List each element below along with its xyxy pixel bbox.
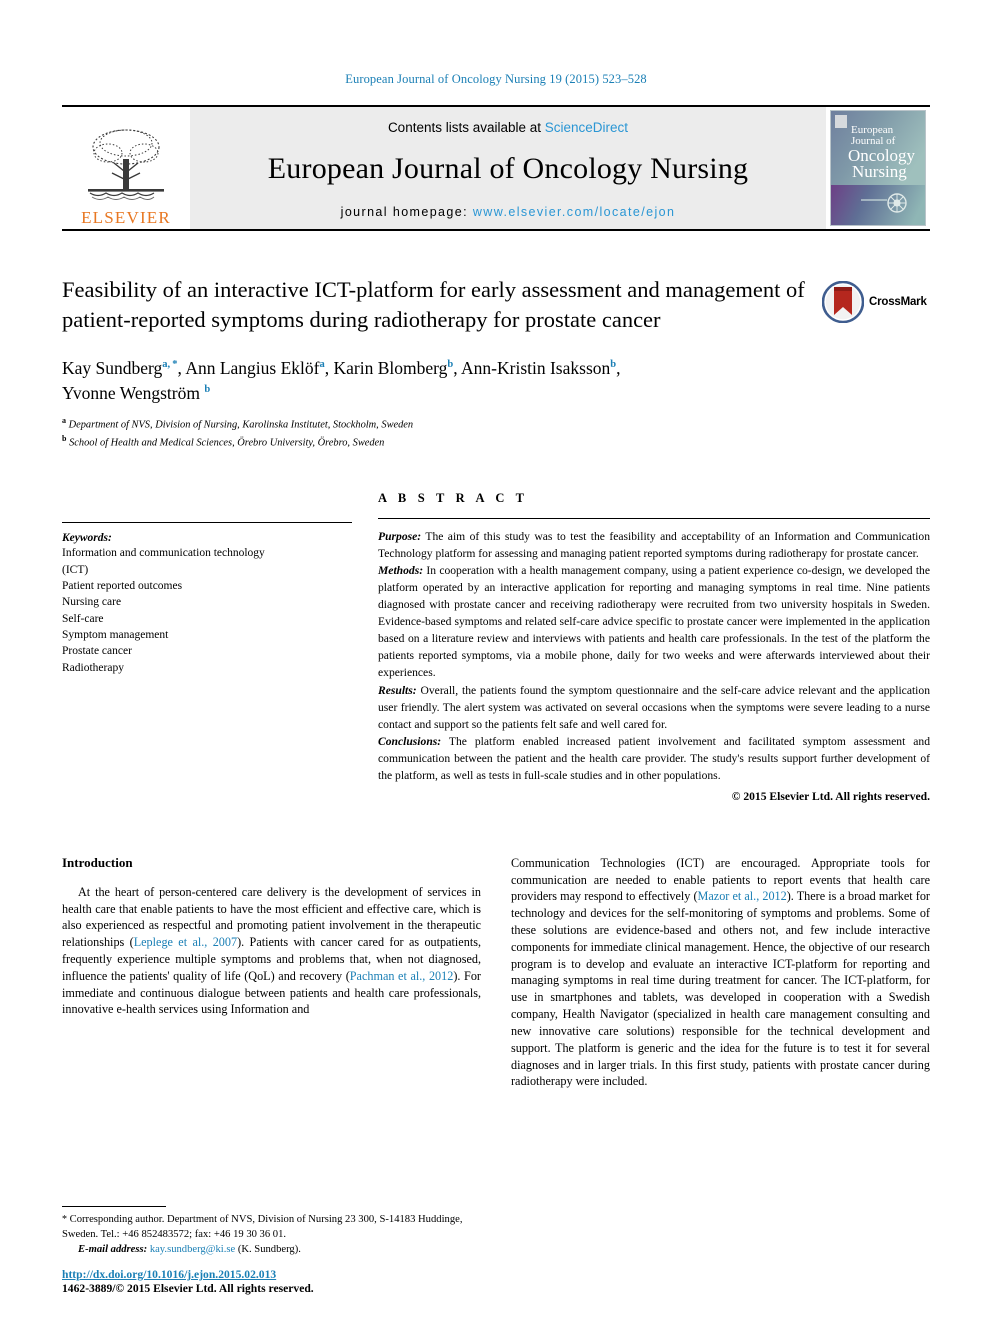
paragraph: At the heart of person-centered care del… [62, 884, 481, 1019]
author-name-2: Ann Langius Eklöf [185, 358, 320, 379]
keywords-rule: Keywords: Information and communication … [62, 522, 352, 676]
author-affil-marker: b [204, 384, 211, 396]
crossmark-label: CrossMark [869, 296, 927, 308]
crossmark-badge[interactable]: CrossMark [822, 277, 930, 327]
list-item: Information and communication technology [62, 547, 265, 560]
journal-masthead: ELSEVIER Contents lists available at Sci… [62, 105, 930, 231]
running-head: European Journal of Oncology Nursing 19 … [345, 72, 647, 86]
svg-text:Nursing: Nursing [852, 162, 907, 181]
list-item: Radiotherapy [62, 661, 124, 674]
email-label: E-mail address: [78, 1244, 148, 1255]
keywords-list: Information and communication technology… [62, 545, 352, 676]
abstract-body: Purpose: The aim of this study was to te… [378, 528, 930, 783]
homepage-url-link[interactable]: www.elsevier.com/locate/ejon [473, 205, 675, 219]
author-name-1: Kay Sundberg [62, 358, 163, 379]
journal-cover-thumbnail: European Journal of Oncology Nursing [830, 110, 926, 226]
journal-cover-container: European Journal of Oncology Nursing [826, 107, 930, 229]
citation-link-pachman[interactable]: Pachman et al., 2012 [350, 969, 454, 983]
author-affil-marker: b [610, 359, 617, 371]
body-columns: Introduction At the heart of person-cent… [62, 855, 930, 1091]
elsevier-tree-icon [88, 129, 164, 200]
contents-prefix: Contents lists available at [387, 119, 545, 135]
affiliation-marker-a: a [62, 416, 66, 426]
affiliation-a: a Department of NVS, Division of Nursing… [62, 415, 930, 433]
affiliation-b: b School of Health and Medical Sciences,… [62, 433, 930, 451]
email-suffix: (K. Sundberg). [235, 1244, 301, 1255]
abstract-conclusions-text: The platform enabled increased patient i… [378, 734, 930, 782]
elsevier-wordmark: ELSEVIER [81, 208, 171, 227]
journal-title: European Journal of Oncology Nursing [267, 151, 749, 185]
body-column-left: Introduction At the heart of person-cent… [62, 855, 481, 1091]
footnote-divider [62, 1205, 166, 1207]
issn-copyright-line: 1462-3889/© 2015 Elsevier Ltd. All right… [62, 1282, 314, 1295]
author-name-3: Karin Blomberg [333, 358, 448, 379]
article-page: European Journal of Oncology Nursing 19 … [0, 0, 992, 1323]
author-affil-marker: a [319, 359, 325, 371]
corresponding-text: Corresponding author. Department of NVS,… [62, 1213, 463, 1240]
abstract-conclusions-label: Conclusions: [378, 734, 442, 748]
masthead-center: Contents lists available at ScienceDirec… [190, 107, 826, 229]
author-affil-marker: a, * [162, 359, 178, 371]
affiliation-a-text: Department of NVS, Division of Nursing, … [68, 419, 414, 431]
abstract-purpose: Purpose: The aim of this study was to te… [378, 528, 930, 562]
list-item: Symptom management [62, 628, 169, 641]
abstract-copyright: © 2015 Elsevier Ltd. All rights reserved… [731, 789, 930, 803]
list-item: Prostate cancer [62, 645, 132, 658]
list-item: Self-care [62, 612, 104, 625]
citation-link-leplege[interactable]: Leplege et al., 2007 [134, 935, 237, 949]
list-item: (ICT) [62, 563, 89, 576]
abstract-methods-label: Methods: [378, 564, 424, 578]
doi-link[interactable]: http://dx.doi.org/10.1016/j.ejon.2015.02… [62, 1268, 492, 1281]
email-note: E-mail address: kay.sundberg@ki.se (K. S… [62, 1244, 492, 1255]
author-name-5: Yvonne Wengström [62, 383, 205, 404]
introduction-left-text: At the heart of person-centered care del… [62, 884, 481, 1019]
abstract-purpose-text: The aim of this study was to test the fe… [378, 530, 930, 561]
affiliation-b-text: School of Health and Medical Sciences, Ö… [69, 437, 385, 449]
keywords-heading: Keywords: [62, 532, 112, 545]
cover-art-icon: European Journal of Oncology Nursing [831, 111, 925, 225]
author-name-4: Ann-Kristin Isaksson [461, 358, 611, 379]
crossmark-icon [822, 281, 864, 323]
abstract-results: Results: Overall, the patients found the… [378, 682, 930, 733]
abstract-purpose-label: Purpose: [378, 530, 422, 544]
section-heading-introduction: Introduction [62, 854, 133, 870]
introduction-right-text: Communication Technologies (ICT) are enc… [511, 855, 930, 1091]
corresponding-author-note: * Corresponding author. Department of NV… [62, 1212, 492, 1242]
journal-homepage-line: journal homepage: www.elsevier.com/locat… [341, 205, 676, 219]
elsevier-logo: ELSEVIER [62, 107, 190, 229]
author-affil-marker: b [447, 359, 454, 371]
citation-link-mazor[interactable]: Mazor et al., 2012 [698, 889, 787, 903]
abstract-section: Keywords: Information and communication … [62, 491, 930, 803]
footnote-block: * Corresponding author. Department of NV… [62, 1205, 492, 1295]
abstract-conclusions: Conclusions: The platform enabled increa… [378, 733, 930, 784]
abstract-methods: Methods: In cooperation with a health ma… [378, 562, 930, 681]
intro-right-part-2: ). There is a broad market for technolog… [511, 889, 930, 1089]
page-title: Feasibility of an interactive ICT-platfo… [62, 277, 805, 332]
list-item: Patient reported outcomes [62, 579, 183, 592]
abstract-rule: Purpose: The aim of this study was to te… [378, 518, 930, 803]
abstract-results-text: Overall, the patients found the symptom … [378, 683, 930, 731]
paragraph: Communication Technologies (ICT) are enc… [511, 855, 930, 1091]
affiliations-block: a Department of NVS, Division of Nursing… [62, 415, 930, 451]
body-column-right: Communication Technologies (ICT) are enc… [511, 855, 930, 1091]
list-item: Nursing care [62, 596, 122, 609]
abstract-methods-text: In cooperation with a health management … [378, 564, 930, 680]
abstract-heading: A B S T R A C T [378, 491, 529, 506]
abstract-column: A B S T R A C T Purpose: The aim of this… [378, 491, 930, 803]
title-block: CrossMark Feasibility of an interactive … [62, 275, 930, 451]
affiliation-marker-b: b [62, 434, 67, 444]
homepage-label: journal homepage: [340, 204, 473, 219]
sciencedirect-link[interactable]: ScienceDirect [545, 120, 628, 135]
author-list: Kay Sundberga, *, Ann Langius Eklöfa, Ka… [62, 358, 621, 404]
email-link[interactable]: kay.sundberg@ki.se [150, 1244, 235, 1255]
keywords-column: Keywords: Information and communication … [62, 491, 352, 802]
contents-available-line: Contents lists available at ScienceDirec… [388, 120, 628, 135]
abstract-results-label: Results: [378, 683, 417, 697]
